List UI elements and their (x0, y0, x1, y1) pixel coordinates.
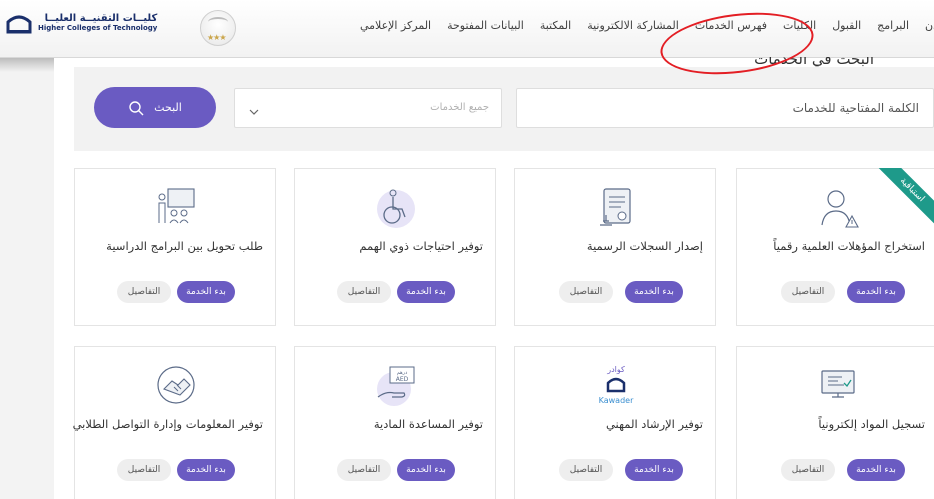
nav-item-media-center[interactable]: المركز الإعلامي (360, 19, 431, 32)
start-service-button[interactable]: بدء الخدمة (625, 281, 683, 303)
card-title: استخراج المؤهلات العلمية رقمياً (773, 239, 925, 253)
proactive-ribbon: استباقية (878, 168, 934, 228)
classroom-icon (154, 185, 198, 229)
card-title: إصدار السجلات الرسمية (586, 239, 703, 253)
nav-item-e-participation[interactable]: المشاركة الالكترونية (587, 19, 679, 32)
details-button[interactable]: التفاصيل (559, 281, 613, 303)
card-title: توفير المعلومات وإدارة التواصل الطلابي (72, 417, 263, 431)
search-button[interactable]: البحث (94, 87, 216, 128)
certificate-icon (594, 185, 638, 229)
service-card: إصدار السجلات الرسمية بدء الخدمة التفاصي… (514, 168, 716, 326)
start-service-button[interactable]: بدء الخدمة (397, 281, 455, 303)
details-button[interactable]: التفاصيل (781, 281, 835, 303)
start-service-button[interactable]: بدء الخدمة (847, 281, 905, 303)
user-alert-icon (816, 185, 860, 229)
svg-text:كوادر: كوادر (606, 365, 625, 374)
service-category-select[interactable]: جميع الخدمات (234, 88, 502, 128)
logo-arabic-name: كليــات التقنيــة العليــا (44, 13, 158, 25)
keyword-search-input[interactable] (516, 88, 934, 128)
main-nav: دن البرامج القبول الكليات فهرس الخدمات ا… (360, 19, 934, 32)
nav-item-open-data[interactable]: البيانات المفتوحة (447, 19, 524, 32)
start-service-button[interactable]: بدء الخدمة (847, 459, 905, 481)
details-button[interactable]: التفاصيل (337, 459, 391, 481)
card-title: توفير احتياجات ذوي الهمم (359, 239, 483, 253)
search-icon (128, 100, 144, 116)
card-title: توفير المساعدة المادية (373, 417, 483, 431)
hct-logo-icon (6, 12, 32, 34)
service-card: توفير احتياجات ذوي الهمم بدء الخدمة التف… (294, 168, 496, 326)
nav-item-partial[interactable]: دن (925, 19, 934, 32)
left-gutter-shadow (0, 58, 54, 72)
service-card: كوادر Kawader توفير الإرشاد المهني بدء ا… (514, 346, 716, 499)
emblem-badge-icon: ★★★ (200, 10, 236, 46)
hct-logo[interactable]: كليــات التقنيــة العليــا Higher Colleg… (6, 12, 157, 34)
search-button-label: البحث (154, 101, 182, 114)
start-service-button[interactable]: بدء الخدمة (177, 281, 235, 303)
svg-text:AED: AED (396, 376, 409, 383)
details-button[interactable]: التفاصيل (117, 459, 171, 481)
details-button[interactable]: التفاصيل (337, 281, 391, 303)
service-card: استباقية استخراج المؤهلات العلمية رقمياً… (736, 168, 934, 326)
computer-register-icon (816, 363, 860, 407)
details-button[interactable]: التفاصيل (117, 281, 171, 303)
service-card: طلب تحويل بين البرامج الدراسية بدء الخدم… (74, 168, 276, 326)
details-button[interactable]: التفاصيل (559, 459, 613, 481)
details-button[interactable]: التفاصيل (781, 459, 835, 481)
service-category-selected: جميع الخدمات (430, 102, 489, 113)
card-title: تسجيل المواد إلكترونياً (818, 417, 925, 431)
search-panel: جميع الخدمات البحث (74, 67, 934, 151)
handshake-icon (154, 363, 198, 407)
money-hand-icon: درهم AED (374, 363, 418, 407)
card-title: توفير الإرشاد المهني (605, 417, 703, 431)
nav-item-admission[interactable]: القبول (832, 19, 861, 32)
service-card: توفير المعلومات وإدارة التواصل الطلابي ب… (72, 346, 276, 499)
card-title: طلب تحويل بين البرامج الدراسية (106, 239, 263, 253)
wheelchair-icon (374, 185, 418, 229)
left-gutter (0, 58, 54, 499)
start-service-button[interactable]: بدء الخدمة (625, 459, 683, 481)
chevron-down-icon (249, 102, 259, 115)
start-service-button[interactable]: بدء الخدمة (397, 459, 455, 481)
logo-english-name: Higher Colleges of Technology (38, 23, 158, 32)
start-service-button[interactable]: بدء الخدمة (177, 459, 235, 481)
service-card: تسجيل المواد إلكترونياً بدء الخدمة التفا… (736, 346, 934, 499)
kawader-logo-icon: كوادر Kawader (594, 363, 638, 407)
page: كليــات التقنيــة العليــا Higher Colleg… (0, 0, 934, 499)
svg-text:Kawader: Kawader (599, 396, 634, 405)
nav-item-programs[interactable]: البرامج (877, 19, 909, 32)
service-card: درهم AED توفير المساعدة المادية بدء الخدم… (294, 346, 496, 499)
nav-item-library[interactable]: المكتبة (540, 19, 571, 32)
